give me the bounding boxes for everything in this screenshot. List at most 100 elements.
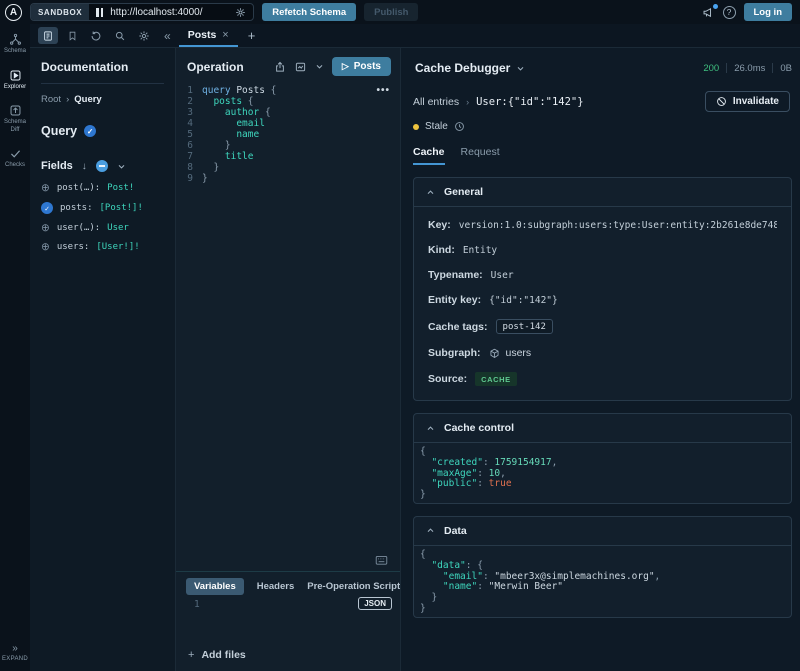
field-checked-icon[interactable]: ✓ [41, 202, 53, 214]
run-operation-button[interactable]: ▷ Posts [332, 57, 391, 76]
sidebar-item-label: Explorer [4, 84, 26, 92]
documentation-panel: Documentation Root › Query Query ✓ Field… [30, 48, 176, 671]
add-files-button[interactable]: + Add files [186, 647, 400, 665]
publish-button[interactable]: Publish [364, 3, 418, 21]
chevron-down-icon [516, 64, 525, 73]
settings-icon[interactable] [134, 27, 154, 44]
add-files-label: Add files [201, 649, 245, 661]
field-type[interactable]: User [107, 223, 129, 233]
document-icon[interactable] [38, 27, 58, 44]
checks-icon [9, 147, 22, 160]
tab-cache[interactable]: Cache [413, 146, 445, 165]
cache-debugger-header: Cache Debugger 200 26.0ms 0B [413, 56, 792, 75]
tab-posts[interactable]: Posts × [179, 24, 238, 47]
expand-rail-button[interactable]: » EXPAND [2, 643, 28, 664]
field-type[interactable]: [Post!]! [100, 203, 143, 213]
field-add-icon[interactable]: ⊕ [41, 242, 50, 252]
general-card-header[interactable]: General [414, 178, 791, 207]
field-row[interactable]: ⊕user(…):User [41, 223, 164, 233]
login-button[interactable]: Log in [744, 3, 793, 21]
left-rail: Schema Explorer Schema Diff Checks » EXPAND [0, 24, 30, 671]
query-editor[interactable]: ••• 1query Posts {2 posts {3 author {4 e… [176, 83, 400, 184]
code-text: } [202, 173, 208, 184]
connection-settings-gear-icon[interactable] [228, 7, 253, 18]
search-icon[interactable] [110, 27, 130, 44]
data-title: Data [444, 525, 467, 537]
code-text: name [202, 129, 259, 140]
tab-label: Posts [188, 29, 217, 41]
subgraph-cube-icon [489, 348, 500, 359]
type-selected-check-icon[interactable]: ✓ [84, 125, 96, 137]
pause-icon[interactable] [96, 8, 103, 17]
breadcrumb-root[interactable]: Root [41, 94, 61, 105]
field-type[interactable]: [User!]! [96, 242, 139, 252]
field-row[interactable]: ⊕post(…):Post! [41, 183, 164, 193]
new-tab-button[interactable]: + [238, 24, 266, 47]
refetch-schema-button[interactable]: Refetch Schema [262, 3, 356, 21]
tab-request[interactable]: Request [461, 146, 500, 165]
expand-label: EXPAND [2, 656, 28, 664]
operation-panel: Operation ▷ Posts ••• 1query Posts {2 po… [176, 48, 400, 671]
tab-pre-operation-script[interactable]: Pre-Operation Script [307, 581, 400, 592]
run-label: Posts [354, 61, 381, 72]
tab-close-icon[interactable]: × [222, 29, 228, 41]
invalidate-button[interactable]: Invalidate [705, 91, 790, 112]
sort-icon[interactable]: ↓ [82, 161, 87, 172]
sidebar-item-schema-diff[interactable]: Schema Diff [0, 104, 30, 134]
sidebar-item-explorer[interactable]: Explorer [0, 69, 30, 92]
share-icon[interactable] [274, 61, 286, 73]
cache-tag-chip[interactable]: post-142 [496, 319, 553, 334]
tab-variables[interactable]: Variables [186, 578, 244, 595]
cache-control-header[interactable]: Cache control [414, 414, 791, 443]
all-entries-link[interactable]: All entries [413, 96, 459, 108]
code-line: 8 } [176, 162, 400, 173]
data-json: { "data": { "email": "mbeer3x@simplemach… [414, 546, 791, 617]
field-name: posts: [60, 203, 93, 213]
key-label: Key: [428, 219, 451, 231]
collapse-chevron-icon [426, 424, 435, 433]
line-number: 1 [176, 85, 202, 96]
field-add-icon[interactable]: ⊕ [41, 223, 50, 233]
sidebar-item-checks[interactable]: Checks [0, 147, 30, 170]
line-number: 5 [176, 129, 202, 140]
keyboard-shortcuts-icon[interactable] [375, 555, 388, 566]
response-stats: 200 26.0ms 0B [703, 63, 792, 74]
collapse-sidebar-icon[interactable]: « [154, 24, 179, 47]
chevron-down-icon[interactable] [117, 162, 126, 171]
bookmark-icon[interactable] [62, 27, 82, 44]
history-icon[interactable] [86, 27, 106, 44]
field-add-icon[interactable]: ⊕ [41, 183, 50, 193]
deselect-all-icon[interactable] [96, 160, 108, 172]
breadcrumb-current: Query [74, 94, 101, 105]
typename-value: User [491, 270, 514, 281]
apollo-logo[interactable]: A [5, 4, 22, 21]
fields-label: Fields [41, 160, 73, 172]
field-row[interactable]: ✓ posts: [Post!]! [41, 202, 164, 214]
code-line: 9} [176, 173, 400, 184]
ellipsis-menu-icon[interactable]: ••• [376, 85, 390, 96]
code-text: title [202, 151, 254, 162]
sidebar-item-label: Schema Diff [0, 119, 30, 134]
cache-debugger-dropdown[interactable]: Cache Debugger [415, 61, 525, 75]
field-type[interactable]: Post! [107, 183, 134, 193]
collapse-chevron-icon [426, 188, 435, 197]
cache-tags-label: Cache tags: [428, 321, 488, 333]
play-icon: ▷ [342, 61, 349, 72]
response-layout-icon[interactable] [294, 61, 307, 73]
variables-editor[interactable]: 1 JSON [186, 599, 400, 647]
sidebar-item-schema[interactable]: Schema [0, 33, 30, 56]
endpoint-url-box: SANDBOX http://localhost:4000/ [30, 3, 254, 21]
code-line: 7 title [176, 151, 400, 162]
chevron-down-icon[interactable] [315, 62, 324, 71]
field-row[interactable]: ⊕users:[User!]! [41, 242, 164, 252]
typename-label: Typename: [428, 269, 483, 281]
help-icon[interactable]: ? [723, 6, 736, 19]
code-line: 4 email [176, 118, 400, 129]
cache-control-title: Cache control [444, 422, 514, 434]
url-input[interactable]: http://localhost:4000/ [110, 7, 228, 18]
data-card-header[interactable]: Data [414, 517, 791, 546]
tab-headers[interactable]: Headers [257, 581, 295, 592]
announcements-icon[interactable] [702, 6, 715, 19]
operation-title: Operation [187, 60, 266, 74]
stale-dot [413, 124, 419, 130]
